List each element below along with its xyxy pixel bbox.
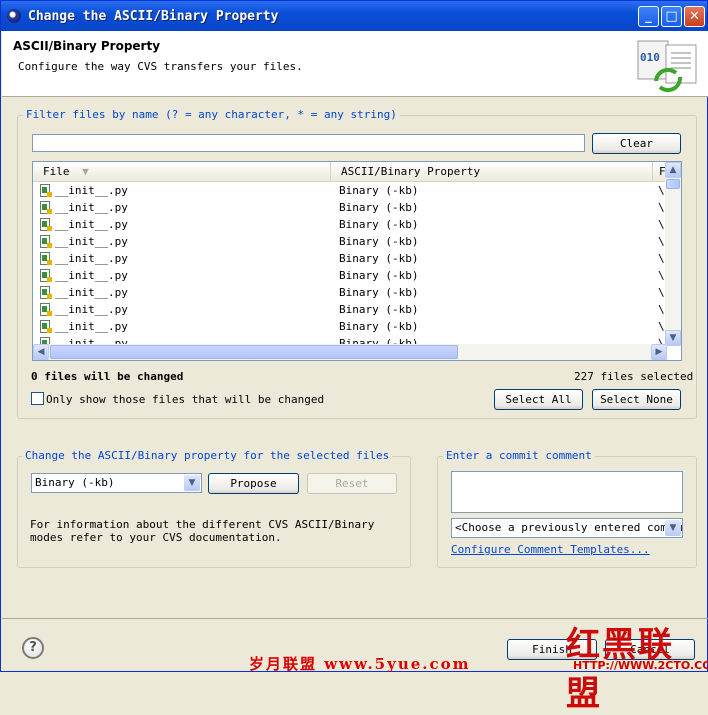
info-text: For information about the different CVS … <box>30 518 375 544</box>
maximize-button[interactable]: □ <box>661 6 682 27</box>
python-file-icon <box>40 184 52 197</box>
python-file-icon <box>40 201 52 214</box>
vertical-scrollbar[interactable]: ▲ ▼ <box>665 162 681 346</box>
column-file[interactable]: File ▼ <box>33 162 331 182</box>
previous-comment-select[interactable]: <Choose a previously entered comment> ▼ <box>451 518 683 538</box>
table-row[interactable]: __init__.py Binary (-kb) \ <box>33 318 667 335</box>
dropdown-arrow-icon[interactable]: ▼ <box>665 520 681 536</box>
filter-input[interactable] <box>32 134 585 152</box>
file-name: __init__.py <box>55 320 128 333</box>
selected-count: 227 files selected <box>574 370 694 383</box>
window-title: Change the ASCII/Binary Property <box>28 9 279 24</box>
file-property: Binary (-kb) <box>339 218 419 231</box>
commit-group-label: Enter a commit comment <box>443 449 595 462</box>
python-file-icon <box>40 286 52 299</box>
clear-button[interactable]: Clear <box>592 133 681 154</box>
file-third-column: \ <box>658 286 665 299</box>
eclipse-icon <box>7 9 21 23</box>
sort-down-icon: ▼ <box>82 165 89 178</box>
dropdown-arrow-icon[interactable]: ▼ <box>184 475 200 491</box>
changed-count: 0 files will be changed <box>31 370 184 383</box>
help-icon[interactable]: ? <box>22 637 44 659</box>
python-file-icon <box>40 218 52 231</box>
file-name: __init__.py <box>55 303 128 316</box>
table-row[interactable]: __init__.py Binary (-kb) \ <box>33 182 667 199</box>
file-property: Binary (-kb) <box>339 269 419 282</box>
vertical-scroll-thumb[interactable] <box>666 179 680 189</box>
file-name: __init__.py <box>55 252 128 265</box>
only-show-checkbox[interactable] <box>31 392 44 405</box>
file-third-column: \ <box>658 184 665 197</box>
file-name: __init__.py <box>55 269 128 282</box>
table-row[interactable]: __init__.py Binary (-kb) \ <box>33 301 667 318</box>
wizard-header: ASCII/Binary Property Configure the way … <box>2 31 708 97</box>
file-third-column: \ <box>658 320 665 333</box>
previous-comment-value: <Choose a previously entered comment> <box>455 521 683 534</box>
header-title: ASCII/Binary Property <box>13 39 161 53</box>
file-name: __init__.py <box>55 286 128 299</box>
file-third-column: \ <box>658 269 665 282</box>
filter-group-label: Filter files by name (? = any character,… <box>23 108 400 121</box>
configure-templates-link[interactable]: Configure Comment Templates... <box>451 543 650 556</box>
dialog-window: Change the ASCII/Binary Property _ □ ✕ A… <box>0 0 708 714</box>
header-description: Configure the way CVS transfers your fil… <box>18 60 303 73</box>
watermark-left: 岁月联盟 www.5yue.com <box>249 655 471 673</box>
file-third-column: \ <box>658 218 665 231</box>
column-file-label: File <box>43 165 70 178</box>
scroll-down-icon[interactable]: ▼ <box>665 330 681 346</box>
file-third-column: \ <box>658 201 665 214</box>
file-property: Binary (-kb) <box>339 252 419 265</box>
file-property: Binary (-kb) <box>339 303 419 316</box>
table-row[interactable]: __init__.py Binary (-kb) \ <box>33 233 667 250</box>
commit-comment-input[interactable] <box>451 471 683 513</box>
python-file-icon <box>40 252 52 265</box>
minimize-button[interactable]: _ <box>638 6 659 27</box>
mode-select[interactable]: Binary (-kb) ▼ <box>31 473 202 493</box>
file-third-column: \ <box>658 303 665 316</box>
reset-button[interactable]: Reset <box>307 473 397 494</box>
file-name: __init__.py <box>55 235 128 248</box>
propose-button[interactable]: Propose <box>208 473 299 494</box>
file-property: Binary (-kb) <box>339 201 419 214</box>
select-none-button[interactable]: Select None <box>592 389 681 410</box>
change-group-label: Change the ASCII/Binary property for the… <box>22 449 393 462</box>
select-all-button[interactable]: Select All <box>494 389 583 410</box>
horizontal-scroll-thumb[interactable] <box>50 345 458 359</box>
mode-select-value: Binary (-kb) <box>35 476 115 489</box>
file-name: __init__.py <box>55 218 128 231</box>
column-property[interactable]: ASCII/Binary Property <box>331 162 653 182</box>
file-property: Binary (-kb) <box>339 320 419 333</box>
svg-text:010: 010 <box>640 51 660 64</box>
watermark-url: HTTP://WWW.2CTO.COM <box>573 659 708 672</box>
file-third-column: \ <box>658 235 665 248</box>
close-button[interactable]: ✕ <box>684 6 705 27</box>
file-third-column: \ <box>658 252 665 265</box>
scroll-left-icon[interactable]: ◀ <box>33 344 49 360</box>
table-row[interactable]: __init__.py Binary (-kb) \ <box>33 250 667 267</box>
only-show-label[interactable]: Only show those files that will be chang… <box>46 393 324 406</box>
table-header: File ▼ ASCII/Binary Property F <box>33 162 667 182</box>
table-row[interactable]: __init__.py Binary (-kb) \ <box>33 267 667 284</box>
table-row[interactable]: __init__.py Binary (-kb) \ <box>33 199 667 216</box>
table-row[interactable]: __init__.py Binary (-kb) \ <box>33 216 667 233</box>
python-file-icon <box>40 303 52 316</box>
file-property: Binary (-kb) <box>339 235 419 248</box>
file-name: __init__.py <box>55 184 128 197</box>
scroll-up-icon[interactable]: ▲ <box>665 162 681 178</box>
file-name: __init__.py <box>55 201 128 214</box>
horizontal-scrollbar[interactable]: ◀ ▶ <box>33 344 667 360</box>
python-file-icon <box>40 269 52 282</box>
python-file-icon <box>40 235 52 248</box>
python-file-icon <box>40 320 52 333</box>
title-bar[interactable]: Change the ASCII/Binary Property _ □ ✕ <box>1 1 707 31</box>
file-property: Binary (-kb) <box>339 286 419 299</box>
scroll-right-icon[interactable]: ▶ <box>651 344 667 360</box>
binary-convert-icon: 010 <box>637 40 697 93</box>
file-property: Binary (-kb) <box>339 184 419 197</box>
table-row[interactable]: __init__.py Binary (-kb) \ <box>33 284 667 301</box>
file-table[interactable]: File ▼ ASCII/Binary Property F __init__.… <box>32 161 682 361</box>
